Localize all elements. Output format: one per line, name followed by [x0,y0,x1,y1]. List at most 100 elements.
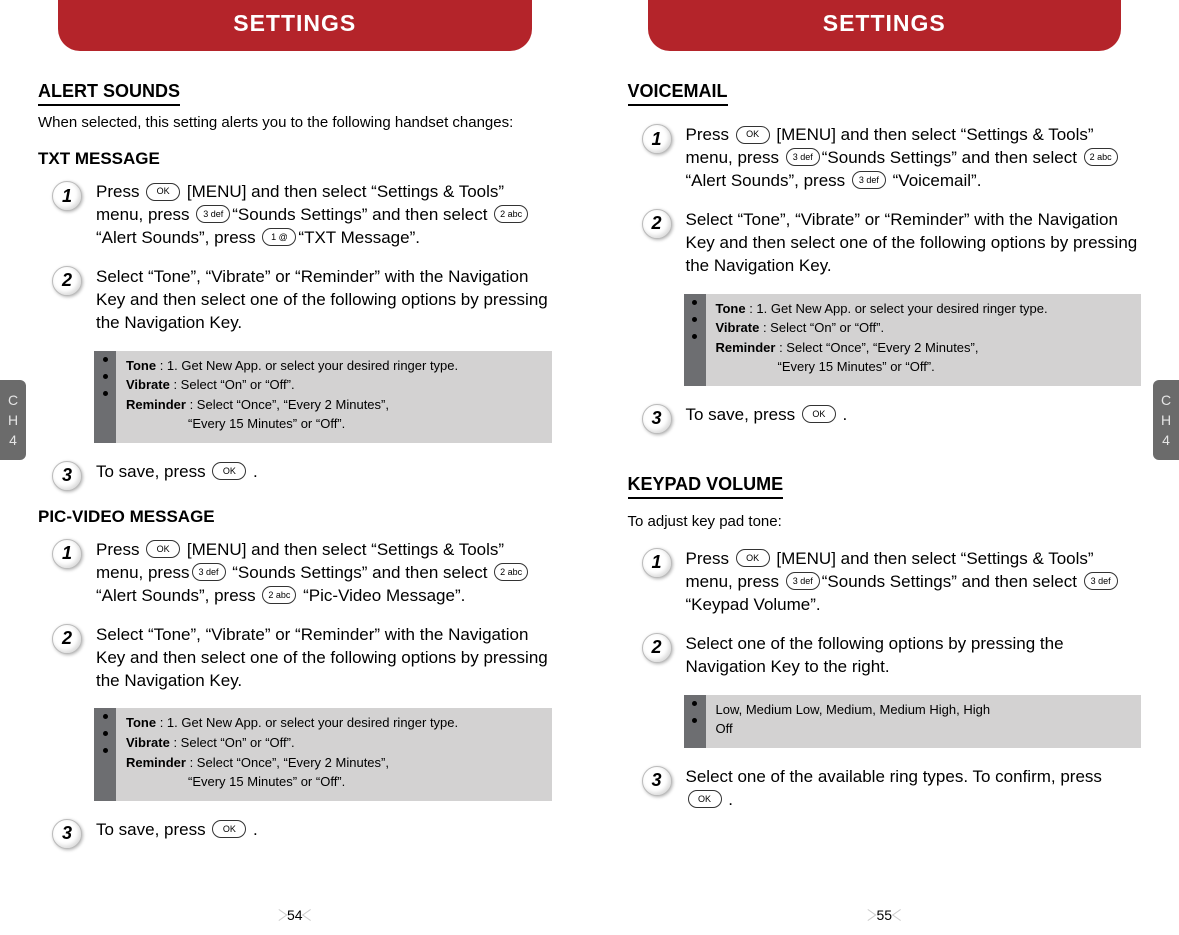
chapter-tab-num: 4 [9,432,17,448]
chapter-tab-h: H [8,412,18,428]
key-3-icon: 3 def [852,171,886,189]
key-3-icon: 3 def [196,205,230,223]
vm-step-3: 3 To save, press OK . [628,404,1142,434]
pic-note-box: Tone : 1. Get New App. or select your de… [94,708,552,800]
pic-step-2-text: Select “Tone”, “Vibrate” or “Reminder” w… [96,624,552,693]
pic-video-heading: PIC-VIDEO MESSAGE [38,507,552,527]
txt-step-2-text: Select “Tone”, “Vibrate” or “Reminder” w… [96,266,552,335]
step-number-icon: 1 [52,181,82,211]
chapter-tab: C H 4 [0,380,26,460]
bullet-icon [103,357,108,362]
bullet-icon [103,731,108,736]
pic-step-1: 1 Press OK [MENU] and then select “Setti… [38,539,552,608]
pic-step-1-text: Press OK [MENU] and then select “Setting… [96,539,552,608]
key-3-icon: 3 def [1084,572,1118,590]
note-body: Tone : 1. Get New App. or select your de… [116,708,552,800]
bullet-icon [692,718,697,723]
step-number-icon: 2 [52,624,82,654]
ok-key-icon: OK [212,820,246,838]
vm-step-2: 2 Select “Tone”, “Vibrate” or “Reminder”… [628,209,1142,278]
step-number-icon: 1 [52,539,82,569]
pic-step-2: 2 Select “Tone”, “Vibrate” or “Reminder”… [38,624,552,693]
step-number-icon: 2 [52,266,82,296]
bullet-icon [103,374,108,379]
kp-note-box: Low, Medium Low, Medium, Medium High, Hi… [684,695,1142,748]
ok-key-icon: OK [212,462,246,480]
kp-step-1: 1 Press OK [MENU] and then select “Setti… [628,548,1142,617]
chapter-tab-num: 4 [1162,432,1170,448]
txt-note-box: Tone : 1. Get New App. or select your de… [94,351,552,443]
bullet-icon [103,748,108,753]
vm-step-2-text: Select “Tone”, “Vibrate” or “Reminder” w… [686,209,1142,278]
ok-key-icon: OK [802,405,836,423]
note-gutter [684,294,706,386]
txt-message-heading: TXT MESSAGE [38,149,552,169]
key-2-icon: 2 abc [1084,148,1118,166]
alert-sounds-heading: ALERT SOUNDS [38,81,180,106]
page-num-decor-icon [860,909,877,921]
key-1-icon: 1 @ [262,228,296,246]
txt-step-3-text: To save, press OK . [96,461,552,491]
key-2-icon: 2 abc [494,205,528,223]
keypad-intro: To adjust key pad tone: [628,513,1142,530]
chapter-tab-c: C [8,392,18,408]
kp-step-1-text: Press OK [MENU] and then select “Setting… [686,548,1142,617]
txt-step-2: 2 Select “Tone”, “Vibrate” or “Reminder”… [38,266,552,335]
note-body: Tone : 1. Get New App. or select your de… [706,294,1142,386]
page-num-decor-icon [271,909,288,921]
bullet-icon [103,391,108,396]
note-body: Low, Medium Low, Medium, Medium High, Hi… [706,695,1142,748]
manual-page-55: C H 4 SETTINGS VOICEMAIL 1 Press OK [MEN… [590,0,1179,935]
kp-step-2: 2 Select one of the following options by… [628,633,1142,679]
ok-key-icon: OK [146,540,180,558]
page-header: SETTINGS [648,0,1122,51]
vm-note-box: Tone : 1. Get New App. or select your de… [684,294,1142,386]
bullet-icon [692,300,697,305]
ok-key-icon: OK [736,549,770,567]
vm-step-1: 1 Press OK [MENU] and then select “Setti… [628,124,1142,193]
page-header: SETTINGS [58,0,532,51]
bullet-icon [692,334,697,339]
bullet-icon [692,701,697,706]
step-number-icon: 1 [642,548,672,578]
key-2-icon: 2 abc [494,563,528,581]
txt-step-1: 1 Press OK [MENU] and then select “Setti… [38,181,552,250]
step-number-icon: 2 [642,633,672,663]
kp-step-3-text: Select one of the available ring types. … [686,766,1142,812]
page-number-55: 55 [863,907,905,923]
step-number-icon: 3 [52,461,82,491]
page-num-decor-icon [892,909,909,921]
vm-step-3-text: To save, press OK . [686,404,1142,434]
pic-step-3: 3 To save, press OK . [38,819,552,849]
bullet-icon [692,317,697,322]
ok-key-icon: OK [688,790,722,808]
alert-sounds-intro: When selected, this setting alerts you t… [38,114,552,131]
note-body: Tone : 1. Get New App. or select your de… [116,351,552,443]
vm-step-1-text: Press OK [MENU] and then select “Setting… [686,124,1142,193]
note-gutter [94,708,116,800]
key-3-icon: 3 def [786,148,820,166]
key-2-icon: 2 abc [262,586,296,604]
note-gutter [684,695,706,748]
voicemail-heading: VOICEMAIL [628,81,728,106]
key-3-icon: 3 def [192,563,226,581]
txt-step-1-text: Press OK [MENU] and then select “Setting… [96,181,552,250]
kp-step-2-text: Select one of the following options by p… [686,633,1142,679]
step-number-icon: 3 [642,766,672,796]
step-number-icon: 1 [642,124,672,154]
pic-step-3-text: To save, press OK . [96,819,552,849]
txt-step-3: 3 To save, press OK . [38,461,552,491]
chapter-tab-h: H [1161,412,1171,428]
chapter-tab: C H 4 [1153,380,1179,460]
key-3-icon: 3 def [786,572,820,590]
manual-page-54: C H 4 SETTINGS ALERT SOUNDS When selecte… [0,0,590,935]
bullet-icon [103,714,108,719]
page-number-54: 54 [274,907,316,923]
note-gutter [94,351,116,443]
step-number-icon: 2 [642,209,672,239]
keypad-volume-heading: KEYPAD VOLUME [628,474,784,499]
chapter-tab-c: C [1161,392,1171,408]
step-number-icon: 3 [52,819,82,849]
ok-key-icon: OK [736,126,770,144]
ok-key-icon: OK [146,183,180,201]
